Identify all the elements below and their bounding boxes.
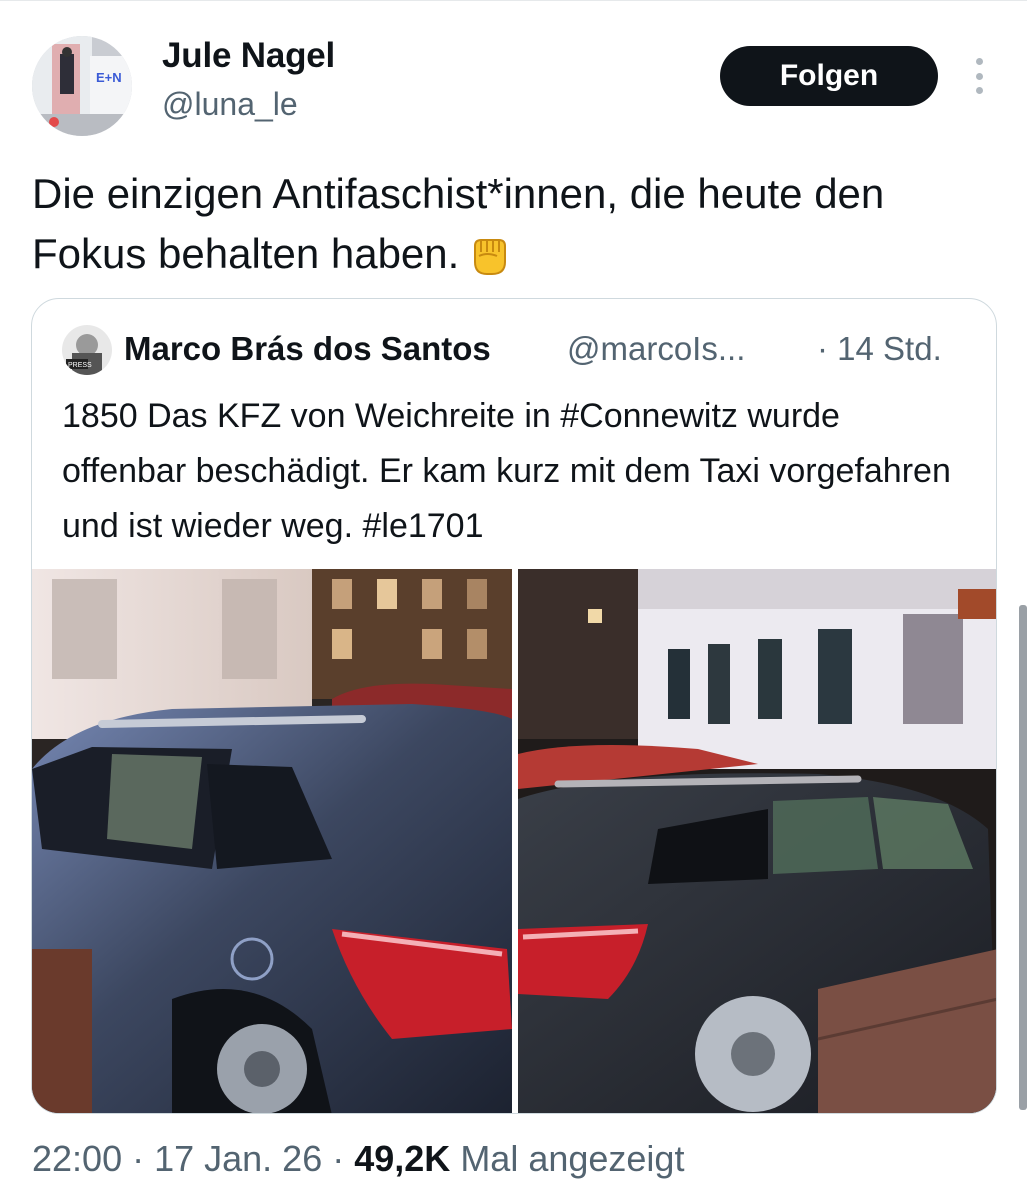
quoted-timestamp[interactable]: · 14 Std. (817, 330, 942, 368)
view-count-label: Mal angezeigt (450, 1138, 685, 1179)
quoted-photo-2[interactable] (518, 569, 996, 1113)
meta-separator: · (122, 1138, 155, 1179)
tweet-meta: 22:00 · 17 Jan. 26 · 49,2K Mal angezeigt (32, 1138, 684, 1180)
author-handle[interactable]: @luna_le (162, 86, 298, 123)
meta-separator: · (322, 1138, 355, 1179)
view-count[interactable]: 49,2K (354, 1138, 450, 1179)
author-name[interactable]: Jule Nagel (162, 36, 335, 76)
quoted-author-handle[interactable]: @marcoIs... (567, 330, 745, 368)
quoted-tweet-card[interactable]: PRESS Marco Brás dos Santos @marcoIs... … (31, 298, 997, 1114)
tweet-date[interactable]: 17 Jan. 26 (154, 1138, 322, 1179)
more-options-icon[interactable] (965, 58, 993, 94)
raised-fist-icon (465, 228, 515, 294)
quoted-tweet-text: 1850 Das KFZ von Weichreite in #Connewit… (62, 397, 951, 545)
tweet-text-content: Die einzigen Antifaschist*innen, die heu… (32, 170, 885, 277)
svg-text:PRESS: PRESS (68, 362, 92, 369)
tweet-time[interactable]: 22:00 (32, 1138, 122, 1179)
tweet-text: Die einzigen Antifaschist*innen, die heu… (32, 164, 992, 294)
quoted-author-avatar[interactable]: PRESS (62, 325, 112, 375)
author-avatar[interactable]: E+N (32, 36, 132, 136)
quoted-author-name[interactable]: Marco Brás dos Santos (124, 330, 491, 368)
top-divider (0, 0, 1027, 5)
scrollbar[interactable] (1019, 605, 1027, 1110)
svg-text:E+N: E+N (96, 70, 122, 85)
quoted-photo-1[interactable] (32, 569, 512, 1113)
follow-button[interactable]: Folgen (720, 46, 938, 106)
